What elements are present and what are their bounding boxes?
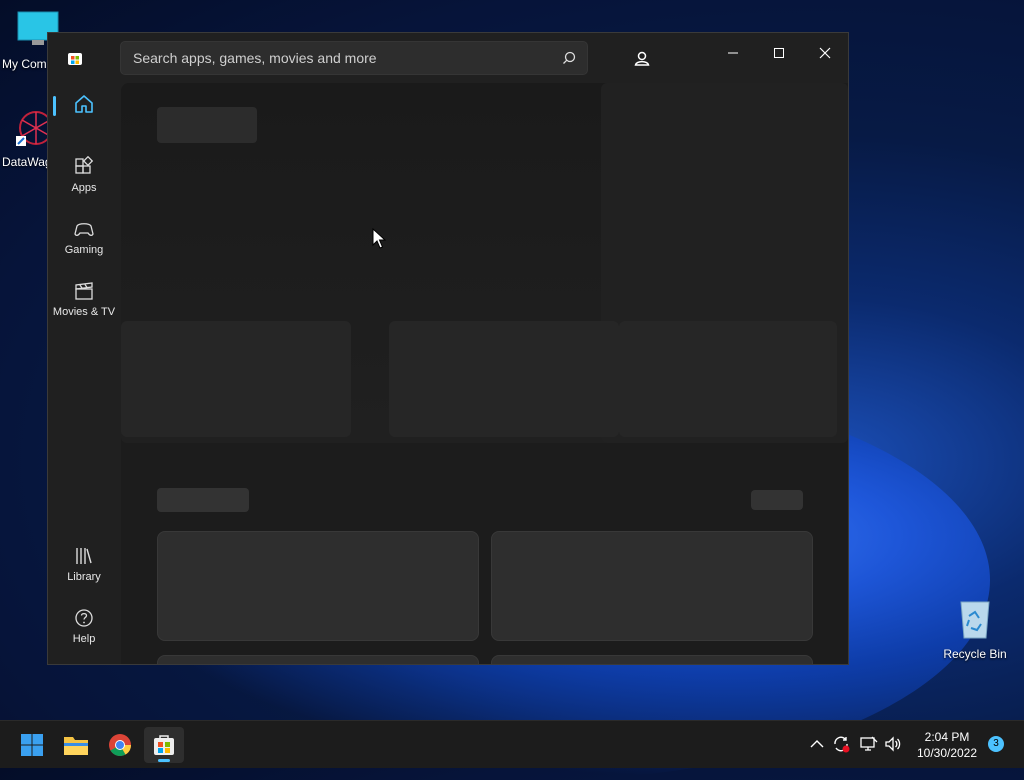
nav-item-home[interactable]	[52, 93, 116, 119]
minimize-icon	[728, 52, 738, 54]
tray-overflow-chevron-icon[interactable]	[808, 735, 826, 753]
clapperboard-icon	[75, 282, 93, 300]
windows-logo-icon	[21, 734, 43, 756]
network-icon[interactable]	[860, 735, 878, 753]
nav-item-library[interactable]: Library	[52, 545, 116, 583]
store-icon	[154, 735, 174, 755]
search-icon[interactable]	[561, 50, 577, 66]
active-app-indicator	[158, 759, 170, 762]
maximize-button[interactable]	[756, 38, 802, 68]
desktop-icon-my-computer[interactable]: My Com	[2, 10, 59, 71]
close-icon	[819, 47, 831, 59]
title-bar[interactable]	[48, 33, 848, 83]
taskbar-file-explorer[interactable]	[56, 727, 96, 763]
card-placeholder	[157, 655, 479, 664]
search-box[interactable]	[120, 41, 588, 75]
card-placeholder	[157, 531, 479, 641]
desktop-icon-recycle-bin[interactable]: Recycle Bin	[940, 596, 1010, 661]
close-button[interactable]	[802, 38, 848, 68]
search-input[interactable]	[131, 49, 561, 67]
notification-count-badge[interactable]: 3	[988, 736, 1004, 752]
card-placeholder	[491, 531, 813, 641]
account-icon[interactable]	[630, 47, 654, 71]
nav-item-apps[interactable]: Apps	[52, 156, 116, 194]
hero-tile-placeholder	[121, 321, 351, 437]
nav-label-apps: Apps	[71, 182, 97, 194]
main-content	[121, 83, 848, 664]
sync-icon[interactable]	[832, 735, 850, 753]
help-icon	[75, 609, 93, 627]
hero-tile-placeholder	[619, 321, 837, 437]
taskbar: 2:04 PM 10/30/2022 3	[0, 720, 1024, 768]
nav-item-gaming[interactable]: Gaming	[52, 218, 116, 256]
taskbar-microsoft-store[interactable]	[144, 727, 184, 763]
nav-item-help[interactable]: Help	[52, 607, 116, 645]
store-window: Apps Gaming Movies & TV Library Help	[47, 32, 849, 665]
minimize-button[interactable]	[710, 38, 756, 68]
section-title-placeholder	[157, 488, 249, 512]
nav-item-movies-tv[interactable]: Movies & TV	[52, 280, 116, 318]
store-logo-icon	[68, 53, 82, 65]
chrome-icon	[109, 734, 131, 756]
home-icon	[75, 95, 93, 113]
recycle-bin-icon	[960, 601, 990, 639]
folder-icon	[64, 737, 88, 755]
clock-time: 2:04 PM	[924, 730, 970, 744]
maximize-icon	[774, 48, 784, 58]
nav-label-gaming: Gaming	[64, 244, 104, 256]
desktop-icon-label: Recycle Bin	[943, 647, 1007, 661]
desktop-icon-label: DataWag	[2, 155, 52, 169]
desktop-icon-label: My Com	[2, 57, 47, 71]
start-button[interactable]	[12, 727, 52, 763]
nav-label-library: Library	[67, 571, 101, 583]
library-icon	[76, 548, 92, 564]
mouse-cursor-icon	[372, 228, 386, 249]
apps-icon	[75, 156, 94, 174]
page-title-placeholder	[157, 107, 257, 143]
hero-tile-placeholder	[389, 321, 619, 437]
nav-label-movies-tv: Movies & TV	[52, 306, 116, 318]
volume-icon[interactable]	[884, 735, 902, 753]
taskbar-chrome[interactable]	[100, 727, 140, 763]
nav-label-help: Help	[72, 633, 96, 645]
card-placeholder	[491, 655, 813, 664]
taskbar-clock[interactable]: 2:04 PM 10/30/2022	[910, 729, 984, 761]
desktop-icon-datawag[interactable]: DataWag	[2, 108, 53, 169]
gamepad-icon	[74, 223, 94, 237]
see-all-placeholder	[751, 490, 803, 510]
clock-date: 10/30/2022	[916, 746, 978, 760]
